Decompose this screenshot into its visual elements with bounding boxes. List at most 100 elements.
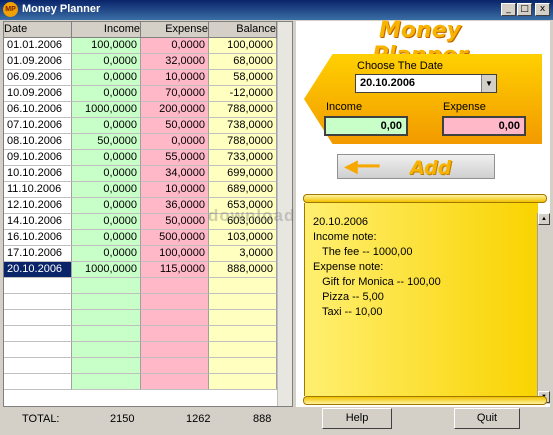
header-income[interactable]: Income: [72, 22, 141, 38]
table-row[interactable]: 06.09.2006 0,0000 10,0000 58,0000: [4, 70, 292, 86]
add-button[interactable]: ◀━━ Add: [337, 154, 495, 179]
cell-expense[interactable]: [141, 294, 209, 310]
cell-balance[interactable]: 100,0000: [209, 38, 277, 54]
cell-balance[interactable]: 888,0000: [209, 262, 277, 278]
cell-expense[interactable]: 10,0000: [141, 70, 209, 86]
cell-income[interactable]: [72, 326, 141, 342]
cell-balance[interactable]: [209, 374, 277, 390]
cell-expense[interactable]: 200,0000: [141, 102, 209, 118]
cell-expense[interactable]: 100,0000: [141, 246, 209, 262]
cell-balance[interactable]: 733,0000: [209, 150, 277, 166]
close-button[interactable]: x: [535, 3, 550, 16]
cell-balance[interactable]: [209, 342, 277, 358]
cell-income[interactable]: 0,0000: [72, 70, 141, 86]
table-row-empty[interactable]: [4, 358, 292, 374]
cell-income[interactable]: 100,0000: [72, 38, 141, 54]
cell-date[interactable]: [4, 310, 72, 326]
cell-balance[interactable]: 699,0000: [209, 166, 277, 182]
cell-balance[interactable]: 738,0000: [209, 118, 277, 134]
cell-income[interactable]: 0,0000: [72, 166, 141, 182]
date-select[interactable]: 20.10.2006 ▼: [355, 74, 497, 93]
cell-date[interactable]: 17.10.2006: [4, 246, 72, 262]
cell-income[interactable]: 0,0000: [72, 182, 141, 198]
cell-date[interactable]: 01.01.2006: [4, 38, 72, 54]
table-row[interactable]: 16.10.2006 0,0000 500,0000 103,0000: [4, 230, 292, 246]
cell-date[interactable]: 07.10.2006: [4, 118, 72, 134]
scroll-up-icon[interactable]: ▲: [538, 213, 550, 225]
chevron-down-icon[interactable]: ▼: [481, 75, 496, 92]
cell-balance[interactable]: [209, 278, 277, 294]
cell-date[interactable]: [4, 326, 72, 342]
cell-balance[interactable]: [209, 294, 277, 310]
cell-income[interactable]: 0,0000: [72, 214, 141, 230]
quit-button[interactable]: Quit: [454, 408, 520, 429]
table-row-empty[interactable]: [4, 294, 292, 310]
cell-expense[interactable]: [141, 278, 209, 294]
header-balance[interactable]: Balance: [209, 22, 277, 38]
cell-expense[interactable]: 55,0000: [141, 150, 209, 166]
cell-income[interactable]: 0,0000: [72, 86, 141, 102]
cell-expense[interactable]: [141, 358, 209, 374]
table-row[interactable]: 11.10.2006 0,0000 10,0000 689,0000: [4, 182, 292, 198]
cell-income[interactable]: [72, 374, 141, 390]
header-date[interactable]: Date: [4, 22, 72, 38]
cell-balance[interactable]: [209, 326, 277, 342]
cell-expense[interactable]: 0,0000: [141, 134, 209, 150]
cell-income[interactable]: 0,0000: [72, 150, 141, 166]
cell-expense[interactable]: 32,0000: [141, 54, 209, 70]
cell-balance[interactable]: 689,0000: [209, 182, 277, 198]
cell-date[interactable]: [4, 278, 72, 294]
cell-balance[interactable]: 68,0000: [209, 54, 277, 70]
cell-date[interactable]: 06.09.2006: [4, 70, 72, 86]
cell-date[interactable]: 06.10.2006: [4, 102, 72, 118]
table-row[interactable]: 01.01.2006 100,0000 0,0000 100,0000: [4, 38, 292, 54]
table-row-empty[interactable]: [4, 310, 292, 326]
cell-date[interactable]: 16.10.2006: [4, 230, 72, 246]
cell-income[interactable]: 1000,0000: [72, 102, 141, 118]
cell-date[interactable]: 08.10.2006: [4, 134, 72, 150]
cell-income[interactable]: 0,0000: [72, 230, 141, 246]
table-row[interactable]: 07.10.2006 0,0000 50,0000 738,0000: [4, 118, 292, 134]
cell-income[interactable]: [72, 278, 141, 294]
cell-balance[interactable]: [209, 358, 277, 374]
cell-date[interactable]: [4, 342, 72, 358]
cell-income[interactable]: 0,0000: [72, 246, 141, 262]
cell-expense[interactable]: [141, 342, 209, 358]
minimize-button[interactable]: _: [501, 3, 516, 16]
cell-income[interactable]: 0,0000: [72, 54, 141, 70]
cell-date[interactable]: 09.10.2006: [4, 150, 72, 166]
cell-date[interactable]: [4, 294, 72, 310]
note-scrollbar[interactable]: ▲ ▼: [537, 213, 550, 404]
cell-income[interactable]: [72, 342, 141, 358]
table-row[interactable]: 20.10.2006 1000,0000 115,0000 888,0000: [4, 262, 292, 278]
cell-income[interactable]: [72, 294, 141, 310]
cell-date[interactable]: 14.10.2006: [4, 214, 72, 230]
cell-expense[interactable]: 500,0000: [141, 230, 209, 246]
expense-field[interactable]: 0,00: [442, 116, 526, 136]
cell-date[interactable]: [4, 358, 72, 374]
cell-balance[interactable]: 3,0000: [209, 246, 277, 262]
table-row-empty[interactable]: [4, 342, 292, 358]
cell-income[interactable]: 1000,0000: [72, 262, 141, 278]
cell-balance[interactable]: 788,0000: [209, 134, 277, 150]
header-expense[interactable]: Expense: [141, 22, 209, 38]
cell-expense[interactable]: 50,0000: [141, 214, 209, 230]
table-row[interactable]: 17.10.2006 0,0000 100,0000 3,0000: [4, 246, 292, 262]
help-button[interactable]: Help: [322, 408, 392, 429]
maximize-button[interactable]: □: [517, 3, 532, 16]
table-row[interactable]: 09.10.2006 0,0000 55,0000 733,0000: [4, 150, 292, 166]
cell-balance[interactable]: [209, 310, 277, 326]
cell-expense[interactable]: 70,0000: [141, 86, 209, 102]
cell-expense[interactable]: [141, 326, 209, 342]
table-row[interactable]: 10.09.2006 0,0000 70,0000 -12,0000: [4, 86, 292, 102]
cell-expense[interactable]: 115,0000: [141, 262, 209, 278]
cell-income[interactable]: 50,0000: [72, 134, 141, 150]
cell-date[interactable]: 10.10.2006: [4, 166, 72, 182]
table-row[interactable]: 10.10.2006 0,0000 34,0000 699,0000: [4, 166, 292, 182]
table-row-empty[interactable]: [4, 278, 292, 294]
cell-expense[interactable]: 34,0000: [141, 166, 209, 182]
note-area[interactable]: 20.10.2006 Income note: The fee -- 1000,0…: [304, 203, 550, 404]
cell-balance[interactable]: 103,0000: [209, 230, 277, 246]
cell-expense[interactable]: 50,0000: [141, 118, 209, 134]
cell-income[interactable]: 0,0000: [72, 198, 141, 214]
